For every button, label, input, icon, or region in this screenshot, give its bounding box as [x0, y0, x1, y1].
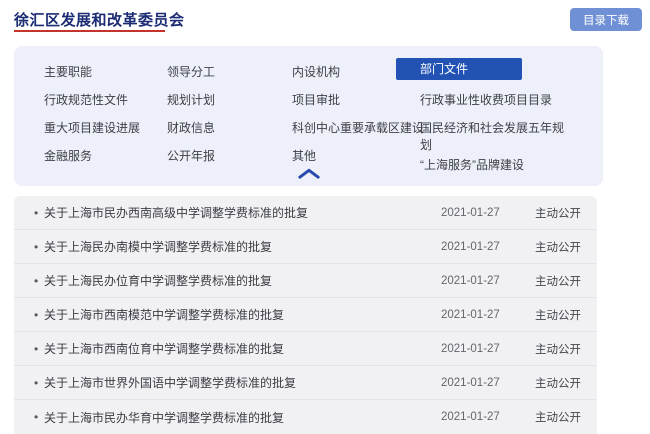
document-title-link[interactable]: 关于上海民办位育中学调整学费标准的批复	[44, 272, 433, 289]
bullet-icon: •	[34, 410, 44, 424]
nav-column-1: 主要职能 行政规范性文件 重大项目建设进展 金融服务	[44, 58, 162, 170]
document-row[interactable]: • 关于上海民办南模中学调整学费标准的批复 2021-01-27 主动公开	[14, 230, 597, 264]
document-title-link[interactable]: 关于上海民办南模中学调整学费标准的批复	[44, 238, 433, 255]
document-title-link[interactable]: 关于上海市民办华育中学调整学费标准的批复	[44, 409, 433, 426]
document-row[interactable]: • 关于上海市民办西南高级中学调整学费标准的批复 2021-01-27 主动公开	[14, 196, 597, 230]
document-access-label: 主动公开	[535, 341, 585, 357]
document-list: • 关于上海市民办西南高级中学调整学费标准的批复 2021-01-27 主动公开…	[14, 196, 597, 434]
document-row[interactable]: • 关于上海市西南位育中学调整学费标准的批复 2021-01-27 主动公开	[14, 332, 597, 366]
document-date: 2021-01-27	[441, 309, 509, 321]
document-date: 2021-01-27	[441, 411, 509, 423]
document-row[interactable]: • 关于上海市世界外国语中学调整学费标准的批复 2021-01-27 主动公开	[14, 366, 597, 400]
document-access-label: 主动公开	[535, 273, 585, 289]
bullet-icon: •	[34, 342, 44, 356]
nav-item-fee-catalog[interactable]: 行政事业性收费项目目录	[396, 86, 586, 114]
document-access-label: 主动公开	[535, 409, 585, 425]
page: 徐汇区发展和改革委员会 目录下载 主要职能 行政规范性文件 重大项目建设进展 金…	[0, 0, 650, 434]
document-date: 2021-01-27	[441, 241, 509, 253]
nav-column-2: 领导分工 规划计划 财政信息 公开年报	[167, 58, 287, 170]
document-row[interactable]: • 关于上海民办位育中学调整学费标准的批复 2021-01-27 主动公开	[14, 264, 597, 298]
document-access-label: 主动公开	[535, 239, 585, 255]
nav-item-regulatory-documents[interactable]: 行政规范性文件	[44, 86, 162, 114]
bullet-icon: •	[34, 206, 44, 220]
nav-item-internal-organs[interactable]: 内设机构	[292, 58, 412, 86]
document-date: 2021-01-27	[441, 343, 509, 355]
nav-item-leadership[interactable]: 领导分工	[167, 58, 287, 86]
document-date: 2021-01-27	[441, 275, 509, 287]
nav-item-sci-tech-center[interactable]: 科创中心重要承载区建设	[292, 114, 412, 142]
document-title-link[interactable]: 关于上海市世界外国语中学调整学费标准的批复	[44, 374, 433, 391]
nav-item-planning[interactable]: 规划计划	[167, 86, 287, 114]
document-row[interactable]: • 关于上海市西南模范中学调整学费标准的批复 2021-01-27 主动公开	[14, 298, 597, 332]
bullet-icon: •	[34, 376, 44, 390]
nav-item-department-documents[interactable]: 部门文件	[396, 58, 522, 80]
nav-item-project-approval[interactable]: 项目审批	[292, 86, 412, 114]
document-date: 2021-01-27	[441, 377, 509, 389]
bullet-icon: •	[34, 240, 44, 254]
collapse-panel-toggle[interactable]	[294, 165, 324, 181]
title-underline	[14, 30, 165, 32]
nav-column-3: 内设机构 项目审批 科创中心重要承载区建设 其他	[292, 58, 412, 170]
nav-item-five-year-plan[interactable]: 国民经济和社会发展五年规划	[396, 114, 570, 155]
document-access-label: 主动公开	[535, 375, 585, 391]
nav-item-major-projects[interactable]: 重大项目建设进展	[44, 114, 162, 142]
nav-item-annual-report[interactable]: 公开年报	[167, 142, 287, 170]
nav-item-shanghai-service-brand[interactable]: “上海服务”品牌建设	[396, 155, 586, 175]
nav-item-main-duties[interactable]: 主要职能	[44, 58, 162, 86]
document-title-link[interactable]: 关于上海市西南模范中学调整学费标准的批复	[44, 306, 433, 323]
nav-column-4: 部门文件 行政事业性收费项目目录 国民经济和社会发展五年规划 “上海服务”品牌建…	[396, 58, 586, 175]
nav-item-financial-services[interactable]: 金融服务	[44, 142, 162, 170]
directory-download-button[interactable]: 目录下载	[570, 8, 642, 31]
document-access-label: 主动公开	[535, 205, 585, 221]
document-title-link[interactable]: 关于上海市西南位育中学调整学费标准的批复	[44, 340, 433, 357]
nav-item-fiscal-info[interactable]: 财政信息	[167, 114, 287, 142]
chevron-up-icon	[298, 168, 320, 179]
page-title: 徐汇区发展和改革委员会	[14, 9, 185, 30]
bullet-icon: •	[34, 274, 44, 288]
document-access-label: 主动公开	[535, 307, 585, 323]
bullet-icon: •	[34, 308, 44, 322]
category-nav-panel: 主要职能 行政规范性文件 重大项目建设进展 金融服务 领导分工 规划计划 财政信…	[14, 46, 603, 186]
document-date: 2021-01-27	[441, 207, 509, 219]
document-title-link[interactable]: 关于上海市民办西南高级中学调整学费标准的批复	[44, 204, 433, 221]
document-row[interactable]: • 关于上海市民办华育中学调整学费标准的批复 2021-01-27 主动公开	[14, 400, 597, 434]
